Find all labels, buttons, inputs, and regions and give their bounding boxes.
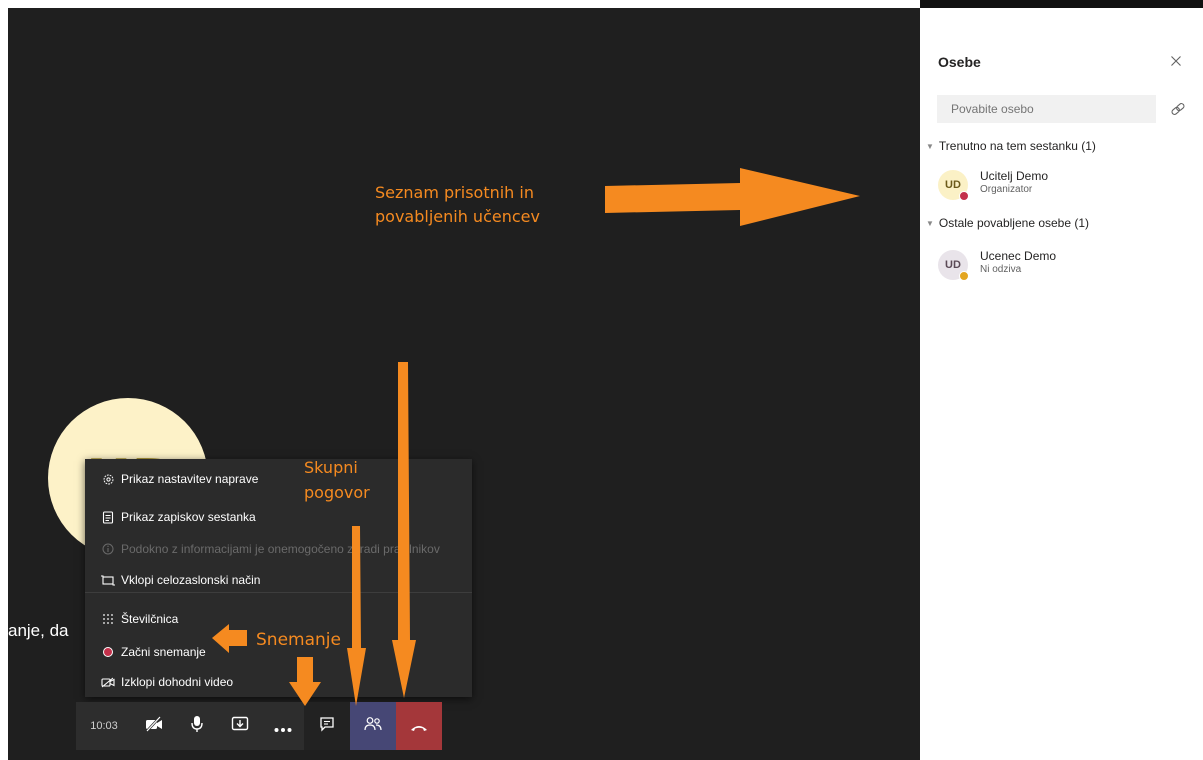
participant-item[interactable]: UD Ucitelj Demo Organizator <box>938 168 1178 202</box>
annotation-recording: Snemanje <box>256 630 341 650</box>
participant-role: Ni odziva <box>980 264 1022 275</box>
arrow-recording <box>212 624 247 653</box>
arrow-chat-button <box>347 526 366 706</box>
close-icon[interactable] <box>1170 52 1184 66</box>
section-other-invitees[interactable]: ▼ Ostale povabljene osebe (1) <box>926 216 1089 230</box>
annotation-chat: Skupni pogovor <box>304 458 370 502</box>
participant-name: Ucenec Demo <box>980 249 1057 263</box>
status-badge <box>959 191 969 201</box>
caret-down-icon: ▼ <box>926 141 934 151</box>
arrow-more-button <box>289 657 321 706</box>
panel-title: Osebe <box>938 54 981 70</box>
link-icon[interactable] <box>1170 101 1186 117</box>
people-panel: Osebe ▼ Trenutno na tem sestanku (1) UD … <box>920 8 1203 760</box>
invite-person-input[interactable] <box>937 95 1156 123</box>
arrow-roster <box>605 168 860 226</box>
arrow-people-button <box>392 362 416 698</box>
caret-down-icon: ▼ <box>926 218 934 228</box>
participant-name: Ucitelj Demo <box>980 169 1049 183</box>
annotation-roster: Seznam prisotnih in povabljenih učencev <box>375 183 540 226</box>
status-badge <box>959 271 969 281</box>
participant-role: Organizator <box>980 184 1033 195</box>
participant-item[interactable]: UD Ucenec Demo Ni odziva <box>938 248 1178 282</box>
section-current-participants[interactable]: ▼ Trenutno na tem sestanku (1) <box>926 139 1096 153</box>
